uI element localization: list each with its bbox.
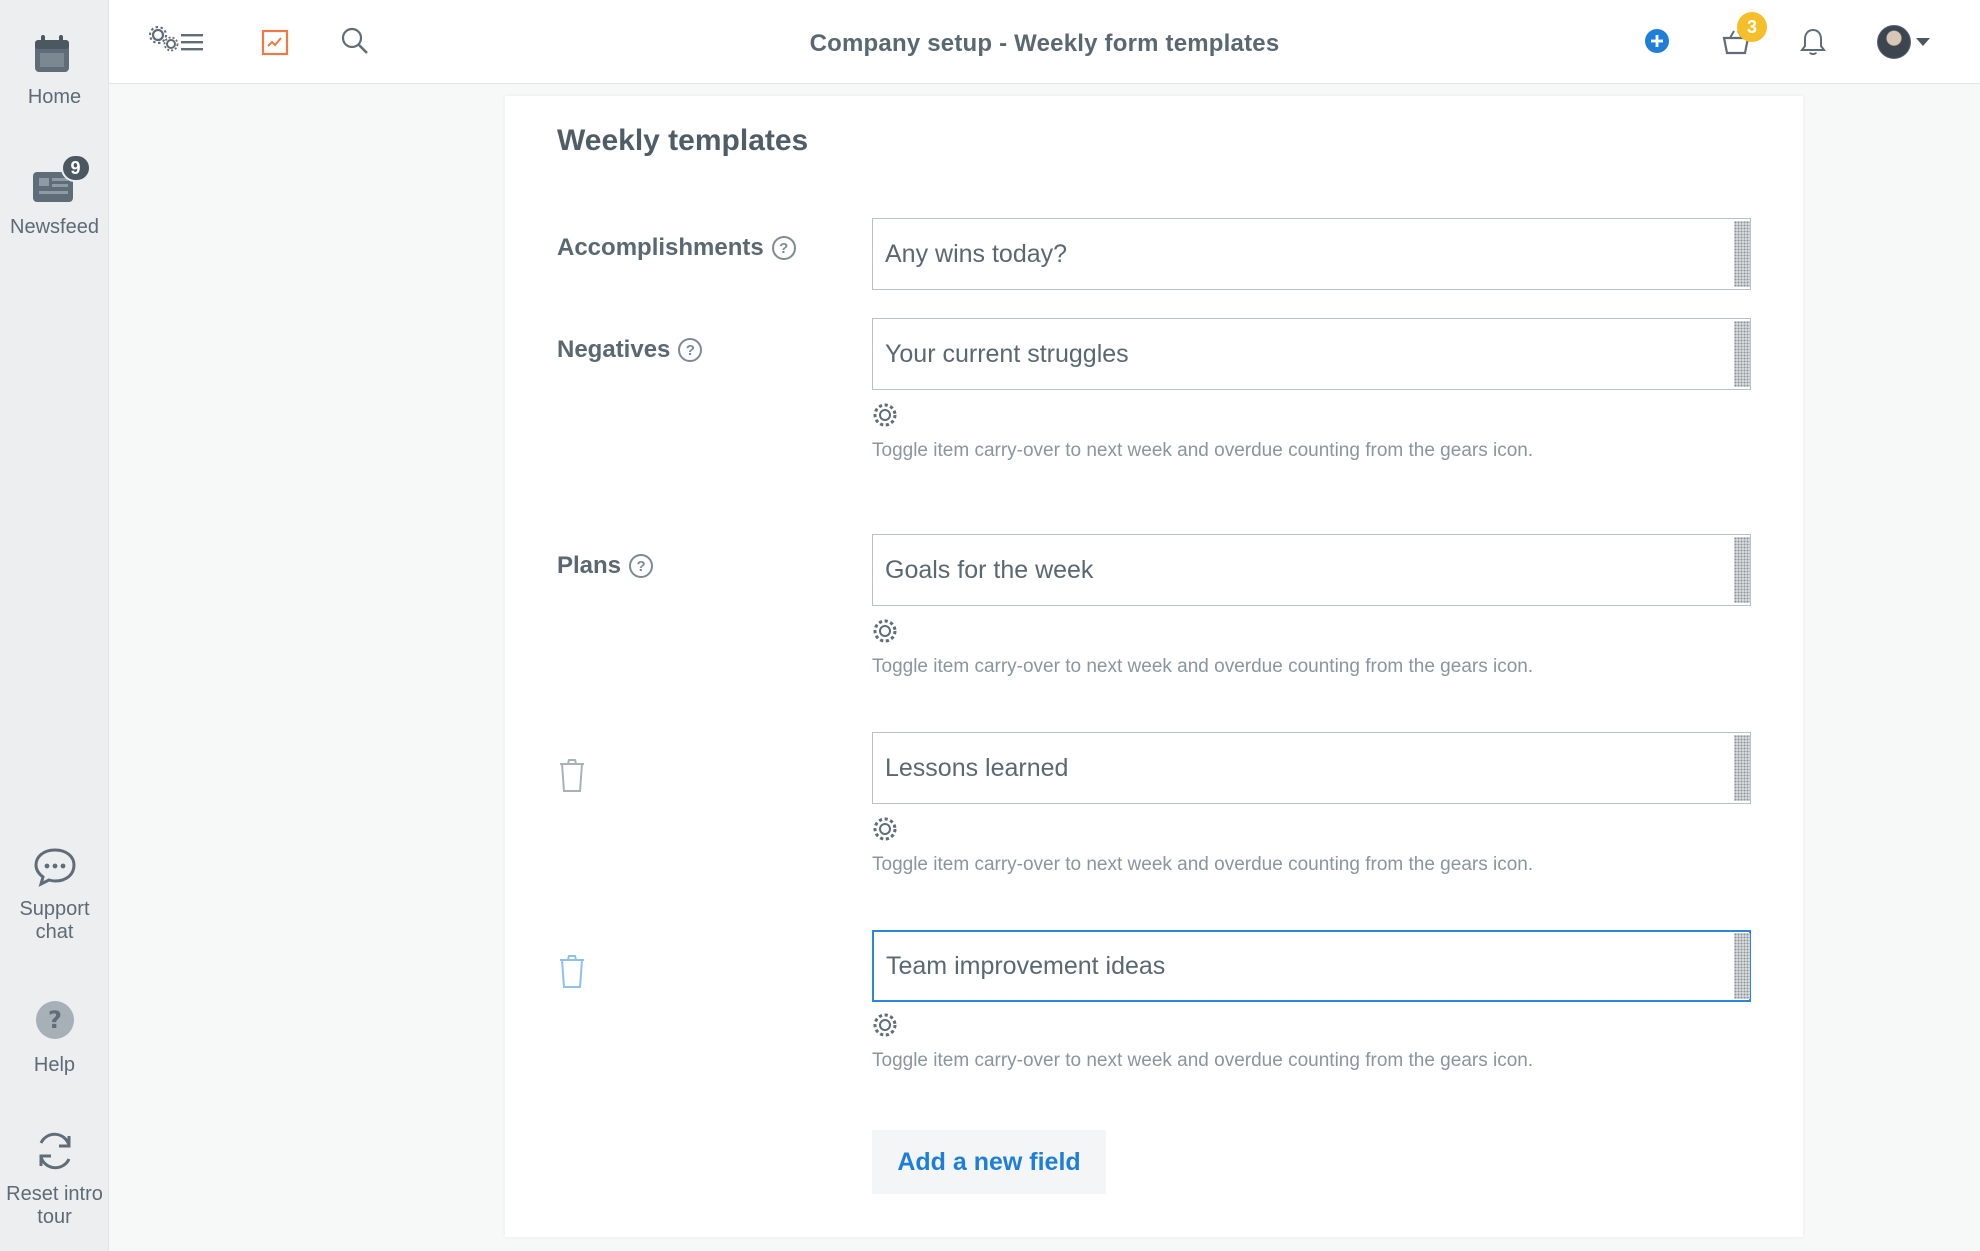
field-input-plans[interactable] [872,534,1751,606]
sidebar-item-newsfeed[interactable]: 9 Newsfeed [0,154,109,239]
notifications-button[interactable] [1800,27,1826,62]
field-label-negatives: Negatives ? [557,336,703,364]
carry-over-hint: Toggle item carry-over to next week and … [872,854,1534,875]
trash-icon[interactable] [557,952,587,990]
gear-icon[interactable] [872,816,898,842]
sidebar-item-label: Support chat [19,898,90,943]
newspaper-icon: 9 [31,154,91,208]
sidebar-item-label: Help [33,1054,76,1076]
add-new-field-button[interactable]: Add a new field [872,1130,1106,1194]
caret-down-icon [1916,38,1930,46]
field-label-accomplishments: Accomplishments ? [557,234,796,262]
sidebar-item-label: Home [27,86,82,108]
sidebar-item-label: Newsfeed [10,216,99,238]
plus-circle-icon [1645,29,1669,53]
bell-icon [1800,28,1826,55]
field-input-accomplishments[interactable] [872,218,1751,290]
field-label-text: Accomplishments [557,234,764,261]
cart-count-badge: 3 [1737,12,1767,42]
gear-icon[interactable] [872,402,898,428]
field-label-text: Negatives [557,336,671,363]
page-title: Company setup - Weekly form templates [809,30,1280,57]
carry-over-hint: Toggle item carry-over to next week and … [872,656,1534,677]
carry-over-hint: Toggle item carry-over to next week and … [872,440,1534,461]
field-input-custom-1[interactable] [872,732,1751,804]
avatar [1877,25,1911,59]
cart-button[interactable]: 3 [1721,12,1767,61]
newsfeed-count-badge: 9 [60,154,91,182]
field-input-negatives[interactable] [872,318,1751,390]
carry-over-hint: Toggle item carry-over to next week and … [872,1050,1534,1071]
help-tooltip-icon[interactable]: ? [771,236,796,260]
gear-icon[interactable] [872,1012,898,1038]
sidebar-item-help[interactable]: ? Help [0,998,109,1077]
help-circle-icon: ? [31,998,79,1046]
gear-icon[interactable] [872,618,898,644]
field-label-plans: Plans ? [557,552,654,580]
field-label-text: Plans [557,552,622,579]
calendar-icon [31,30,79,78]
field-input-custom-2[interactable] [872,930,1751,1002]
weekly-templates-card: Weekly templates Accomplishments ? Negat… [505,96,1803,1237]
topbar: Company setup - Weekly form templates 3 [109,0,1980,84]
card-title: Weekly templates [557,124,809,157]
user-menu[interactable] [1877,25,1931,59]
help-tooltip-icon[interactable]: ? [678,338,703,362]
sidebar-item-home[interactable]: Home [0,30,109,109]
refresh-icon [31,1127,79,1175]
sidebar-item-support-chat[interactable]: Support chat [0,842,109,944]
trash-icon[interactable] [557,756,587,794]
add-button[interactable] [1644,28,1670,59]
chat-bubble-icon [31,842,79,890]
sidebar-item-label: Reset intro tour [6,1183,103,1228]
help-tooltip-icon[interactable]: ? [629,554,654,578]
sidebar-item-reset-tour[interactable]: Reset intro tour [0,1127,109,1229]
svg-text:?: ? [48,1006,62,1034]
sidebar: Home 9 Newsfeed Support chat ? Help Rese… [0,0,109,1251]
